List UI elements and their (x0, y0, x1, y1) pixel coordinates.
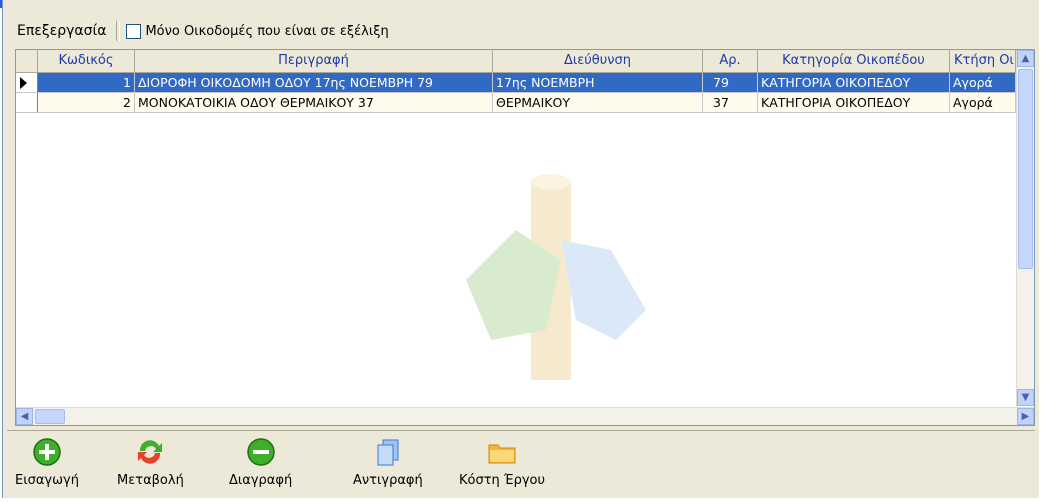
grid-rows: 1 ΔΙΟΡΟΦΗ ΟΙΚΟΔΟΜΗ ΟΔΟΥ 17ης ΝΟΕΜΒΡΗ 79 … (16, 73, 1016, 113)
minus-circle-icon (246, 438, 275, 466)
table-row[interactable]: 1 ΔΙΟΡΟΦΗ ΟΙΚΟΔΟΜΗ ΟΔΟΥ 17ης ΝΟΕΜΒΡΗ 79 … (16, 73, 1016, 93)
cell-acquisition[interactable]: Αγορά (950, 73, 1016, 93)
column-header-description[interactable]: Περιγραφή (135, 50, 493, 72)
main-panel: Επεξεργασία Μόνο Οικοδομές που είναι σε … (2, 0, 1039, 498)
copy-icon (377, 439, 399, 466)
column-header-address[interactable]: Διεύθυνση (493, 50, 703, 72)
cell-number[interactable]: 37 (703, 93, 758, 113)
column-header-category[interactable]: Κατηγορία Οικοπέδου (758, 50, 950, 72)
edit-menu[interactable]: Επεξεργασία (7, 23, 116, 39)
only-active-checkbox[interactable] (126, 23, 142, 39)
row-indicator-header (16, 50, 38, 72)
horizontal-scrollbar[interactable]: ◀ ▶ (16, 407, 1034, 425)
project-cost-label: Κόστη Έργου (459, 473, 546, 488)
copy-label: Αντιγραφή (353, 473, 423, 488)
cell-description[interactable]: ΔΙΟΡΟΦΗ ΟΙΚΟΔΟΜΗ ΟΔΟΥ 17ης ΝΟΕΜΒΡΗ 79 (135, 73, 493, 93)
refresh-icon (138, 440, 163, 464)
cell-address[interactable]: 17ης ΝΟΕΜΒΡΗ (493, 73, 703, 93)
current-row-arrow-icon (20, 77, 27, 89)
scroll-up-icon[interactable]: ▲ (1017, 50, 1034, 67)
building-logo-watermark-icon (466, 174, 646, 380)
copy-button[interactable]: Αντιγραφή (353, 437, 423, 495)
modify-button[interactable]: Μεταβολή (117, 437, 184, 495)
toolbar: Επεξεργασία Μόνο Οικοδομές που είναι σε … (7, 17, 1035, 45)
vertical-scrollbar[interactable]: ▲ ▼ (1016, 50, 1034, 406)
row-indicator (16, 93, 38, 113)
action-bar: Εισαγωγή Μεταβολή Διαγραφή Αντιγραφή Κόσ… (7, 430, 1035, 497)
grid-header: Κωδικός Περιγραφή Διεύθυνση Αρ. Κατηγορί… (16, 50, 1016, 73)
scroll-down-icon[interactable]: ▼ (1017, 389, 1034, 406)
table-row[interactable]: 2 ΜΟΝΟΚΑΤΟΙΚΙΑ ΟΔΟΥ ΘΕΡΜΑΙΚΟΥ 37 ΘΕΡΜΑΙΚ… (16, 93, 1016, 113)
folder-icon (488, 444, 516, 464)
scroll-left-icon[interactable]: ◀ (16, 408, 33, 425)
cell-address[interactable]: ΘΕΡΜΑΙΚΟΥ (493, 93, 703, 113)
cell-category[interactable]: ΚΑΤΗΓΟΡΙΑ ΟΙΚΟΠΕΔΟΥ (758, 93, 950, 113)
delete-button[interactable]: Διαγραφή (229, 437, 292, 495)
plus-circle-icon (33, 438, 61, 466)
horizontal-scroll-thumb[interactable] (35, 409, 65, 424)
only-active-label[interactable]: Μόνο Οικοδομές που είναι σε εξέλιξη (145, 24, 388, 39)
cell-code[interactable]: 2 (38, 93, 135, 113)
insert-label: Εισαγωγή (15, 473, 79, 488)
modify-label: Μεταβολή (117, 473, 184, 488)
cell-category[interactable]: ΚΑΤΗΓΟΡΙΑ ΟΙΚΟΠΕΔΟΥ (758, 73, 950, 93)
vertical-scroll-thumb[interactable] (1018, 69, 1033, 269)
scroll-right-icon[interactable]: ▶ (1017, 408, 1034, 425)
project-cost-button[interactable]: Κόστη Έργου (459, 437, 545, 495)
cell-number[interactable]: 79 (703, 73, 758, 93)
row-indicator (16, 73, 38, 93)
buildings-grid: Κωδικός Περιγραφή Διεύθυνση Αρ. Κατηγορί… (15, 49, 1035, 426)
delete-label: Διαγραφή (229, 473, 293, 488)
column-header-code[interactable]: Κωδικός (38, 50, 135, 72)
cell-acquisition[interactable]: Αγορά (950, 93, 1016, 113)
column-header-acquisition[interactable]: Κτήση Οι (950, 50, 1016, 72)
column-header-number[interactable]: Αρ. (703, 50, 758, 72)
insert-button[interactable]: Εισαγωγή (15, 437, 79, 495)
toolbar-separator (116, 21, 121, 41)
cell-code[interactable]: 1 (38, 73, 135, 93)
cell-description[interactable]: ΜΟΝΟΚΑΤΟΙΚΙΑ ΟΔΟΥ ΘΕΡΜΑΙΚΟΥ 37 (135, 93, 493, 113)
